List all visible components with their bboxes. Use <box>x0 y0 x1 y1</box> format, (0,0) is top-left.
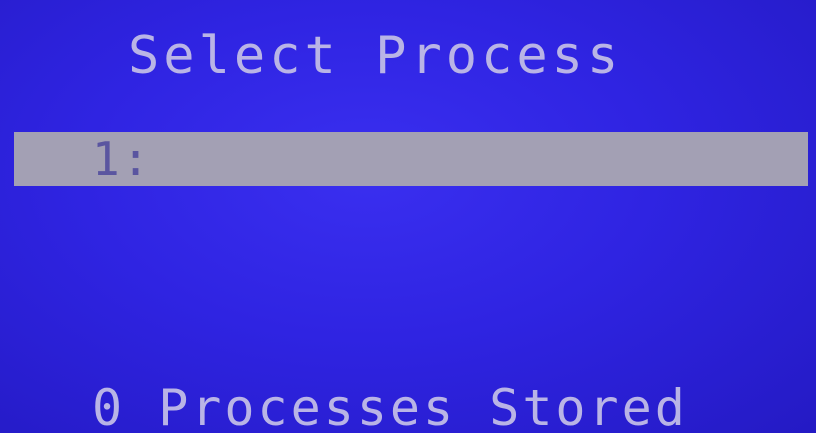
selected-process-label: 1: <box>92 132 152 186</box>
page-title: Select Process <box>128 26 623 86</box>
processes-stored-status: 0 Processes Stored <box>92 379 688 433</box>
lcd-screen: Select Process 1: 0 Processes Stored <box>0 0 816 433</box>
